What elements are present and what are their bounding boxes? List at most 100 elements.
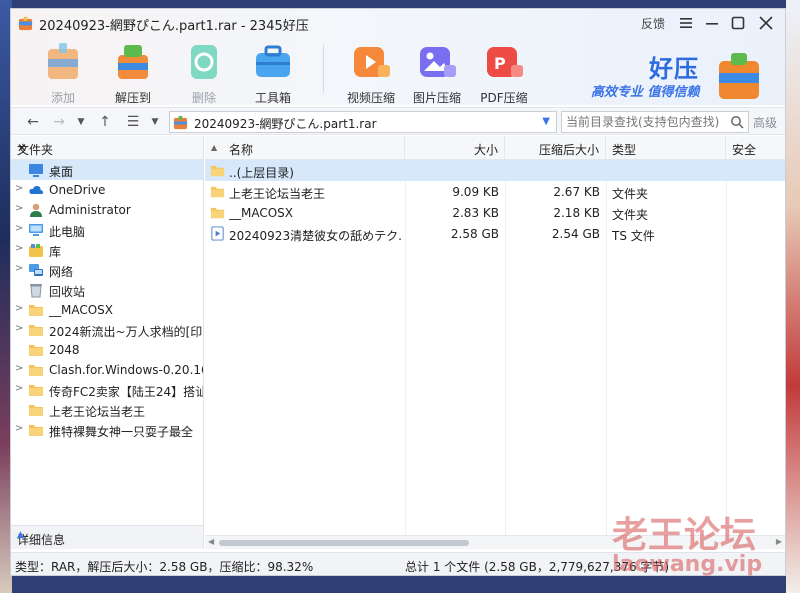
brand-slogan: 高效专业 值得信赖	[591, 85, 700, 100]
folder-icon	[29, 385, 43, 396]
expand-arrow-icon[interactable]: >	[15, 183, 25, 194]
column-type[interactable]: 类型	[606, 136, 726, 160]
advanced-search-link[interactable]: 高级	[753, 114, 777, 131]
file-rows: ..(上层目录) 上老王论坛当老王 9.09 KB 2.67 KB 文件夹 __MACOS…	[205, 160, 785, 244]
maximize-icon[interactable]	[727, 13, 749, 33]
expand-arrow-icon[interactable]: >	[15, 263, 25, 274]
brand-logo: 好压 高效专业 值得信赖	[581, 47, 781, 103]
file-name: __MACOSX	[229, 206, 294, 220]
file-size: 9.09 KB	[452, 185, 499, 199]
toolbox-label: 工具箱	[254, 91, 291, 105]
forward-arrow-icon[interactable]: →	[49, 112, 69, 132]
tree-item-label: 上老王论坛当老王	[49, 405, 146, 419]
details-panel-toggle[interactable]: 详细信息 ▲	[11, 525, 203, 549]
brand-name: 好压	[649, 55, 699, 83]
address-dropdown-icon[interactable]: ▼	[542, 116, 550, 127]
tree-item-label: __MACOSX	[49, 303, 114, 317]
expand-arrow-icon[interactable]: >	[15, 323, 25, 334]
close-pane-icon[interactable]: ✕	[17, 141, 195, 155]
watermark-url: laowang.vip	[612, 552, 763, 577]
pdf-compress-label: PDF压缩	[480, 91, 528, 105]
search-box[interactable]	[561, 111, 749, 133]
expand-arrow-icon[interactable]: >	[15, 243, 25, 254]
scroll-right-icon[interactable]: ▶	[776, 537, 782, 546]
search-icon[interactable]	[730, 115, 744, 129]
minimize-icon[interactable]	[701, 13, 723, 33]
expand-arrow-icon[interactable]: >	[15, 223, 25, 234]
delete-button[interactable]: 删除	[174, 41, 234, 105]
collapse-up-icon[interactable]: ▲	[17, 530, 195, 540]
navigation-bar: ← → ▼ ↑ ☰ ▼ 20240923-網野ぴこん.part1.rar ▼ 高…	[11, 107, 785, 135]
video-compress-label: 视频压缩	[346, 91, 395, 105]
tree-item-label: 此电脑	[49, 225, 86, 239]
image-compress-button[interactable]: 图片压缩	[407, 41, 467, 105]
up-arrow-icon[interactable]: ↑	[95, 112, 115, 132]
menu-icon[interactable]	[675, 13, 697, 33]
view-mode-icon[interactable]: ☰	[123, 112, 143, 132]
tree-item[interactable]: > Clash.for.Windows-0.20.16	[11, 360, 203, 380]
app-window: 20240923-網野ぴこん.part1.rar - 2345好压 反馈 添加 …	[10, 8, 786, 576]
scroll-left-icon[interactable]: ◀	[208, 537, 214, 546]
folder-icon	[29, 345, 43, 356]
file-row[interactable]: 上老王论坛当老王 9.09 KB 2.67 KB 文件夹	[205, 181, 785, 202]
file-row[interactable]: ..(上层目录)	[205, 160, 785, 181]
column-name[interactable]: ▲ 名称	[205, 136, 405, 160]
extract-to-button[interactable]: 解压到	[103, 41, 163, 105]
tree-item-label: 桌面	[49, 165, 74, 179]
tree-item-label: Administrator	[49, 203, 131, 217]
search-input[interactable]	[562, 112, 722, 132]
toolbox-icon	[256, 45, 290, 77]
toolbox-button[interactable]: 工具箱	[243, 41, 303, 105]
tree-item[interactable]: > 此电脑	[11, 220, 203, 240]
expand-arrow-icon[interactable]: >	[15, 303, 25, 314]
column-packed-size[interactable]: 压缩后大小	[505, 136, 606, 160]
tree-item[interactable]: > OneDrive	[11, 180, 203, 200]
tree-item[interactable]: > __MACOSX	[11, 300, 203, 320]
file-row[interactable]: 20240923清楚彼女の舐めテク... 2.58 GB 2.54 GB TS 文件	[205, 223, 785, 244]
tree-item[interactable]: > 传奇FC2卖家【陆王24】搭讪	[11, 380, 203, 400]
tree-item[interactable]: > 库	[11, 240, 203, 260]
tree-item[interactable]: 桌面	[11, 160, 203, 180]
history-dropdown-icon[interactable]: ▼	[71, 112, 91, 132]
tree-item[interactable]: 上老王论坛当老王	[11, 400, 203, 420]
tree-item[interactable]: > Administrator	[11, 200, 203, 220]
tree-item[interactable]: 回收站	[11, 280, 203, 300]
tree-item-label: 库	[49, 245, 62, 259]
back-arrow-icon[interactable]: ←	[23, 112, 43, 132]
desktop-background-right	[786, 0, 800, 593]
tree-item[interactable]: > 网络	[11, 260, 203, 280]
pdf-compress-button[interactable]: P PDF压缩	[474, 41, 534, 105]
view-mode-dropdown-icon[interactable]: ▼	[145, 112, 165, 132]
expand-arrow-icon[interactable]: >	[15, 203, 25, 214]
add-archive-icon	[48, 43, 78, 79]
tree-item[interactable]: > 推特裸舞女神一只耍子最全	[11, 420, 203, 440]
file-size: 2.58 GB	[450, 227, 499, 241]
expand-arrow-icon[interactable]: >	[15, 363, 25, 374]
column-size[interactable]: 大小	[405, 136, 505, 160]
video-compress-icon	[354, 47, 390, 77]
file-list-header: ▲ 名称 大小 压缩后大小 类型 安全	[205, 136, 785, 160]
tree-item-label: 传奇FC2卖家【陆王24】搭讪	[49, 385, 203, 399]
folder-icon	[29, 425, 43, 436]
file-packed-size: 2.67 KB	[553, 185, 600, 199]
file-packed-size: 2.54 GB	[551, 227, 600, 241]
tree-item[interactable]: >2024新流出~万人求档的[印	[11, 320, 203, 340]
file-name: 20240923清楚彼女の舐めテク...	[229, 229, 403, 243]
user-icon	[30, 203, 42, 217]
file-type: TS 文件	[612, 229, 655, 243]
close-icon[interactable]	[755, 13, 777, 33]
add-button[interactable]: 添加	[33, 41, 93, 105]
expand-arrow-icon[interactable]: >	[15, 423, 25, 434]
address-bar[interactable]: 20240923-網野ぴこん.part1.rar ▼	[169, 111, 557, 133]
sort-up-icon: ▲	[211, 143, 218, 152]
file-size: 2.83 KB	[452, 206, 499, 220]
image-compress-icon	[420, 47, 456, 77]
video-compress-button[interactable]: 视频压缩	[341, 41, 401, 105]
scrollbar-thumb[interactable]	[219, 540, 469, 546]
feedback-link[interactable]: 反馈	[641, 15, 665, 32]
column-security[interactable]: 安全	[726, 136, 785, 160]
delete-label: 删除	[191, 91, 216, 105]
expand-arrow-icon[interactable]: >	[15, 383, 25, 394]
file-row[interactable]: __MACOSX 2.83 KB 2.18 KB 文件夹	[205, 202, 785, 223]
tree-item[interactable]: 2048	[11, 340, 203, 360]
